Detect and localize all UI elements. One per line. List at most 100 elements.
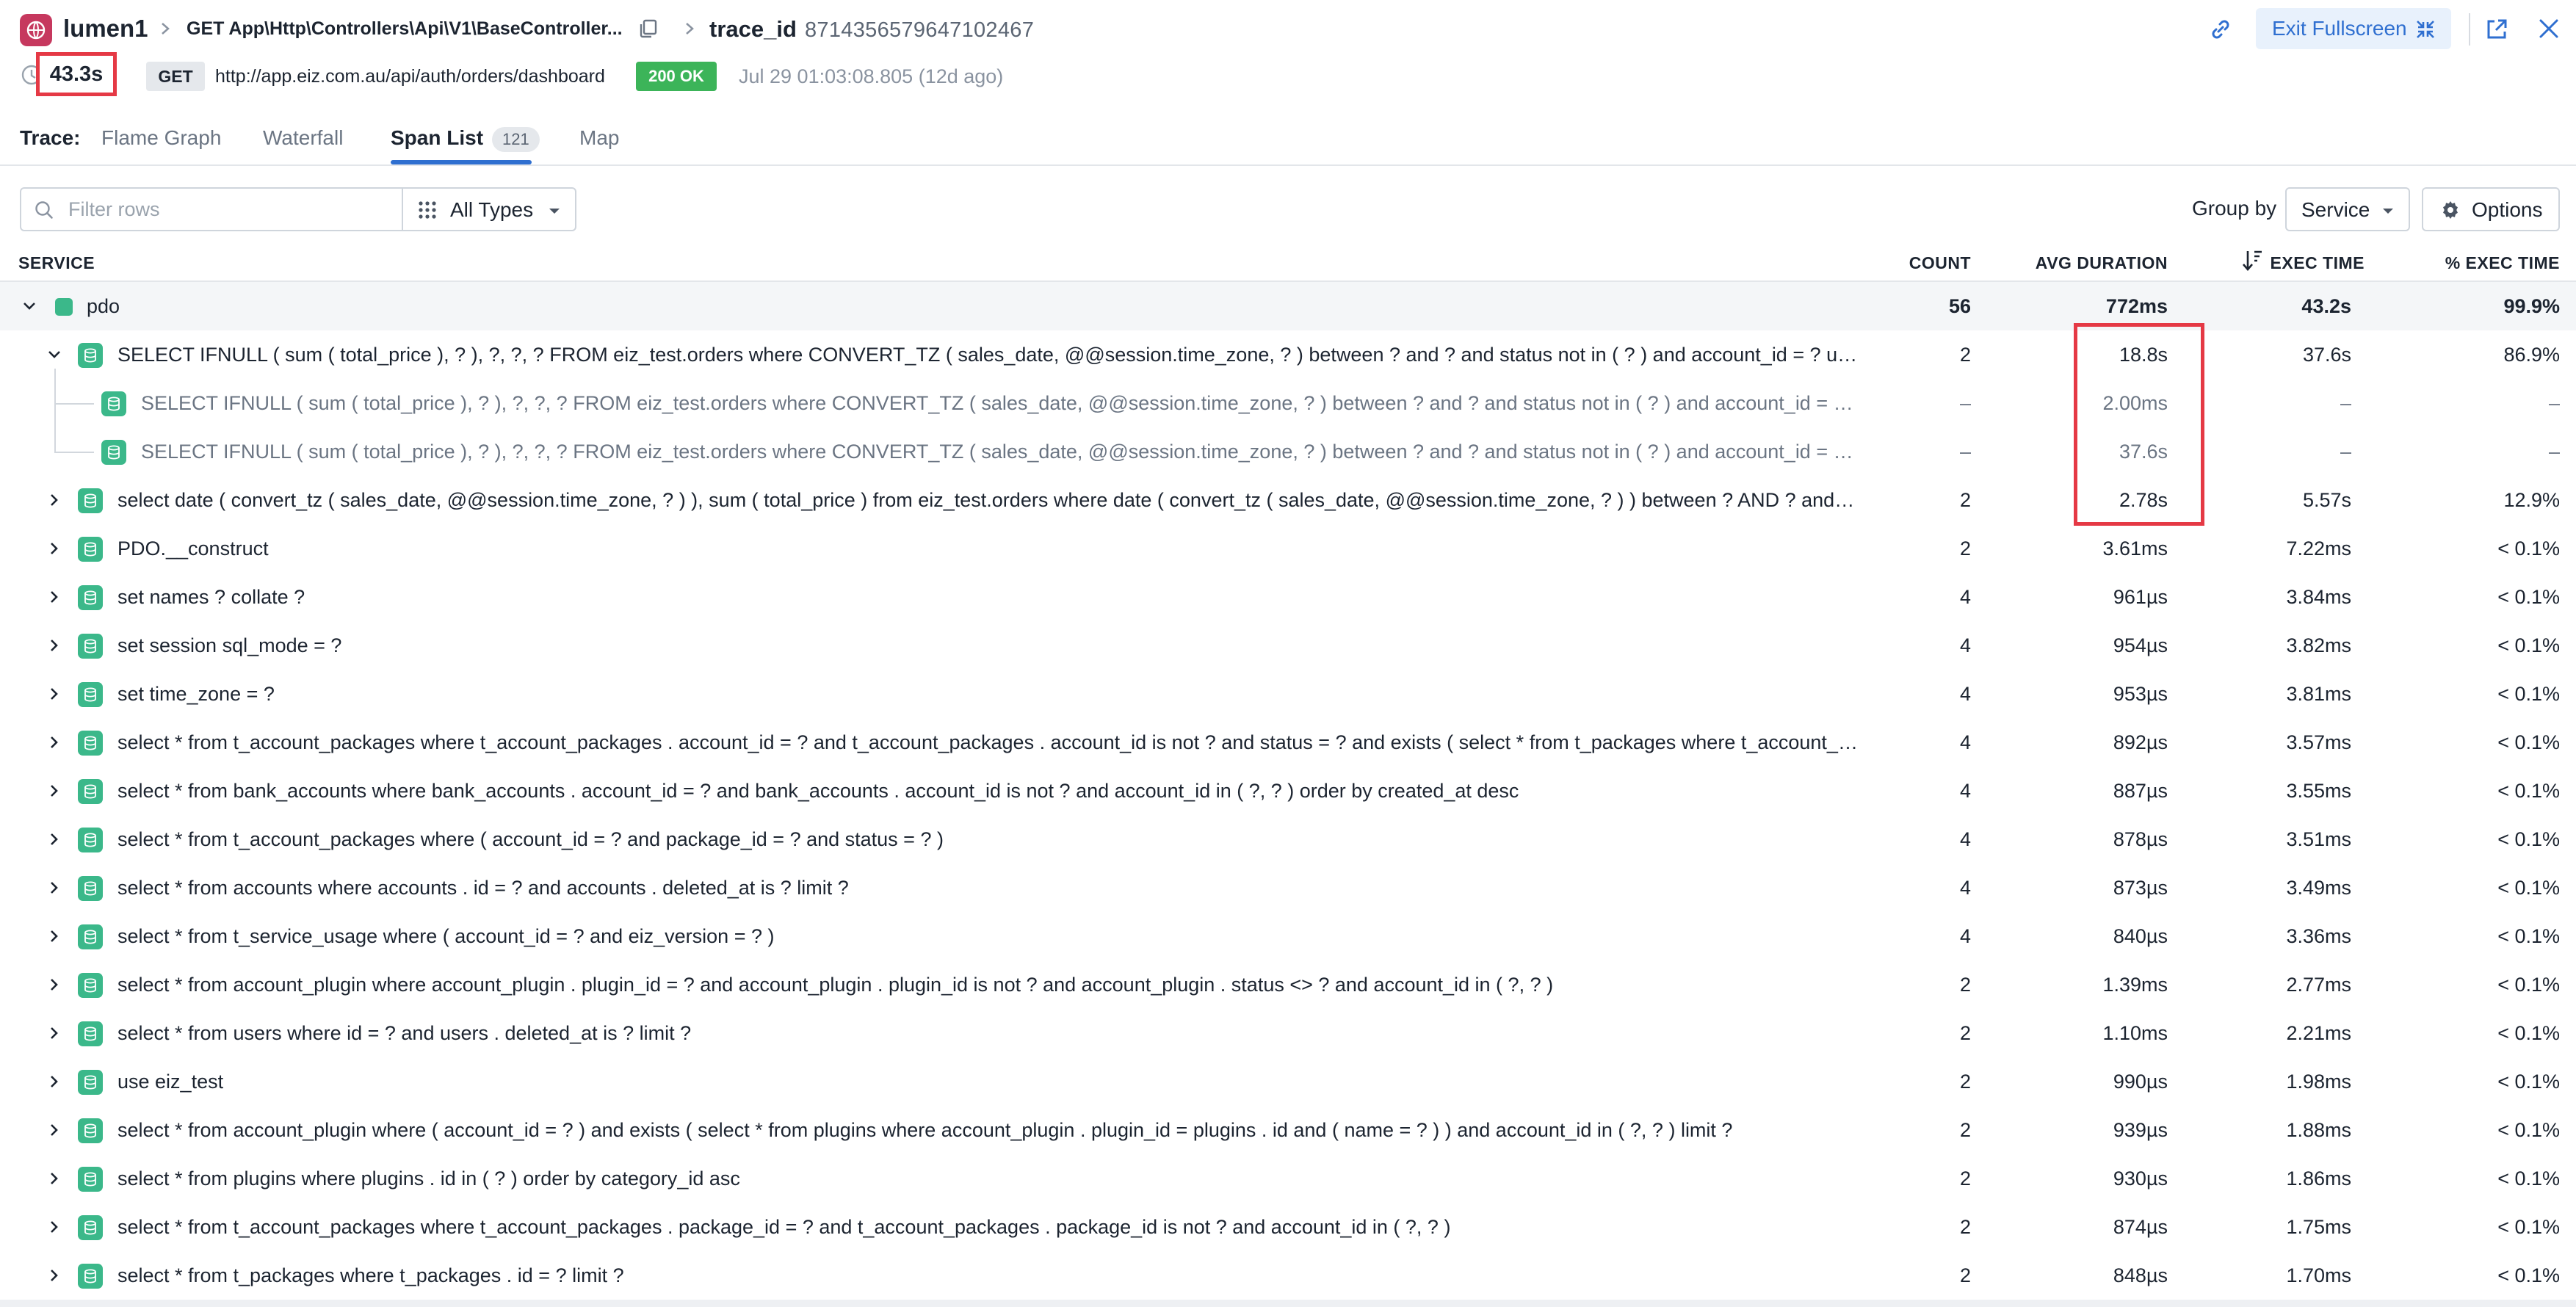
chevron-down-icon[interactable]: [21, 297, 38, 315]
span-count: 4: [1959, 925, 1971, 947]
table-row[interactable]: use eiz_test 2 990µs 1.98ms < 0.1%: [0, 1057, 2576, 1106]
options-button[interactable]: Options: [2422, 187, 2560, 231]
link-icon[interactable]: [2206, 15, 2235, 44]
request-url[interactable]: http://app.eiz.com.au/api/auth/orders/da…: [215, 62, 605, 90]
span-resource: select * from t_packages where t_package…: [117, 1264, 624, 1286]
table-row[interactable]: PDO.__construct 2 3.61ms 7.22ms < 0.1%: [0, 524, 2576, 573]
options-label: Options: [2472, 198, 2543, 221]
table-row[interactable]: select * from t_service_usage where ( ac…: [0, 912, 2576, 960]
http-method-badge: GET: [146, 62, 205, 91]
chevron-right-icon[interactable]: [46, 782, 63, 800]
table-row[interactable]: select * from users where id = ? and use…: [0, 1009, 2576, 1057]
chevron-right-icon[interactable]: [46, 491, 63, 509]
span-count: 2: [1959, 1264, 1971, 1286]
table-row[interactable]: select * from accounts where accounts . …: [0, 864, 2576, 912]
chevron-right-icon[interactable]: [46, 1267, 63, 1284]
column-count[interactable]: COUNT: [1905, 251, 1971, 275]
table-row[interactable]: SELECT IFNULL ( sum ( total_price ), ? )…: [0, 330, 2576, 379]
group-by-select[interactable]: Service: [2285, 187, 2410, 231]
chevron-right-icon[interactable]: [46, 734, 63, 751]
span-count: –: [1959, 392, 1971, 414]
span-count: 2: [1959, 1119, 1971, 1141]
table-row[interactable]: select * from plugins where plugins . id…: [0, 1154, 2576, 1203]
span-count: 4: [1959, 828, 1971, 850]
span-count: 2: [1959, 1167, 1971, 1190]
span-pct-exec-time: 12.9%: [2503, 489, 2560, 511]
span-avg-duration: 939µs: [2113, 1119, 2168, 1141]
span-exec-time: 3.57ms: [2286, 731, 2351, 753]
span-count: 2: [1959, 974, 1971, 996]
search-icon: [33, 199, 55, 221]
chevron-right-icon[interactable]: [46, 976, 63, 993]
chevron-right-icon[interactable]: [46, 1218, 63, 1236]
table-row[interactable]: select * from t_account_packages where (…: [0, 815, 2576, 864]
filter-rows-field[interactable]: [20, 187, 403, 231]
span-pct-exec-time: < 0.1%: [2497, 1167, 2560, 1190]
database-icon: [78, 779, 103, 804]
tab-map[interactable]: Map: [579, 125, 619, 151]
tree-connector: [54, 403, 94, 405]
table-row[interactable]: select date ( convert_tz ( sales_date, @…: [0, 476, 2576, 524]
table-row[interactable]: SELECT IFNULL ( sum ( total_price ), ? )…: [0, 402, 2576, 476]
column-pct-exec-time[interactable]: % EXEC TIME: [2423, 251, 2560, 275]
tab-span-list[interactable]: Span List 121: [391, 125, 540, 152]
tab-flame-graph[interactable]: Flame Graph: [101, 125, 221, 151]
table-row[interactable]: select * from account_plugin where ( acc…: [0, 1106, 2576, 1154]
open-new-window-icon[interactable]: [2482, 15, 2511, 44]
table-row[interactable]: set time_zone = ? 4 953µs 3.81ms < 0.1%: [0, 670, 2576, 718]
table-row[interactable]: select * from bank_accounts where bank_a…: [0, 767, 2576, 815]
database-icon: [78, 585, 103, 610]
span-avg-duration: 930µs: [2113, 1167, 2168, 1190]
trace-id-value[interactable]: 8714356579647102467: [805, 15, 1034, 45]
tab-waterfall[interactable]: Waterfall: [263, 125, 343, 151]
collapse-icon: [2414, 18, 2436, 40]
span-exec-time: 1.75ms: [2286, 1216, 2351, 1238]
table-row[interactable]: select * from t_packages where t_package…: [0, 1251, 2576, 1300]
chevron-right-icon[interactable]: [46, 927, 63, 945]
chevron-right-icon[interactable]: [46, 879, 63, 897]
span-avg-duration: 2.00ms: [2102, 392, 2168, 414]
table-row[interactable]: select * from t_account_packages where t…: [0, 718, 2576, 767]
database-icon: [78, 828, 103, 852]
exit-fullscreen-label: Exit Fullscreen: [2272, 17, 2407, 40]
table-row[interactable]: SELECT IFNULL ( sum ( total_price ), ? )…: [0, 369, 2576, 427]
chevron-right-icon[interactable]: [46, 1073, 63, 1090]
database-icon: [78, 876, 103, 901]
sort-descending-icon[interactable]: [2241, 248, 2263, 273]
service-name[interactable]: lumen1: [63, 12, 148, 46]
trace-timestamp: Jul 29 01:03:08.805 (12d ago): [739, 65, 1004, 87]
tree-connector: [54, 369, 56, 404]
table-row[interactable]: set names ? collate ? 4 961µs 3.84ms < 0.1%: [0, 573, 2576, 621]
filter-rows-input[interactable]: [68, 195, 391, 224]
chevron-right-icon[interactable]: [46, 1121, 63, 1139]
span-exec-time: 2.77ms: [2286, 974, 2351, 996]
service-group-row[interactable]: pdo 56 772ms 43.2s 99.9%: [0, 282, 2576, 330]
span-exec-time: 1.70ms: [2286, 1264, 2351, 1286]
span-avg-duration: 878µs: [2113, 828, 2168, 850]
database-icon: [78, 1215, 103, 1240]
chevron-right-icon[interactable]: [46, 637, 63, 654]
copy-icon[interactable]: [637, 18, 659, 40]
span-exec-time: 3.36ms: [2286, 925, 2351, 947]
gear-icon: [2439, 199, 2461, 221]
chevron-right-icon[interactable]: [46, 588, 63, 606]
resource-name[interactable]: GET App\Http\Controllers\Api\V1\BaseCont…: [187, 16, 623, 41]
chevron-right-icon[interactable]: [46, 685, 63, 703]
chevron-right-icon[interactable]: [46, 540, 63, 557]
chevron-down-icon[interactable]: [46, 346, 63, 363]
chevron-right-icon[interactable]: [46, 1170, 63, 1187]
table-row[interactable]: set session sql_mode = ? 4 954µs 3.82ms < 0.…: [0, 621, 2576, 670]
column-exec-time[interactable]: EXEC TIME: [2269, 251, 2365, 275]
type-filter-dropdown[interactable]: All Types: [402, 187, 576, 231]
exit-fullscreen-button[interactable]: Exit Fullscreen: [2256, 8, 2451, 49]
close-icon[interactable]: [2533, 13, 2564, 44]
table-row[interactable]: select * from account_plugin where accou…: [0, 960, 2576, 1009]
table-row[interactable]: select * from t_account_packages where t…: [0, 1203, 2576, 1251]
span-resource: set time_zone = ?: [117, 683, 275, 705]
column-service[interactable]: SERVICE: [18, 251, 95, 275]
column-avg-duration[interactable]: AVG DURATION: [1983, 251, 2168, 275]
chevron-right-icon[interactable]: [46, 830, 63, 848]
span-pct-exec-time: 86.9%: [2503, 344, 2560, 366]
chevron-right-icon[interactable]: [46, 1024, 63, 1042]
span-count-badge: 121: [492, 126, 540, 152]
